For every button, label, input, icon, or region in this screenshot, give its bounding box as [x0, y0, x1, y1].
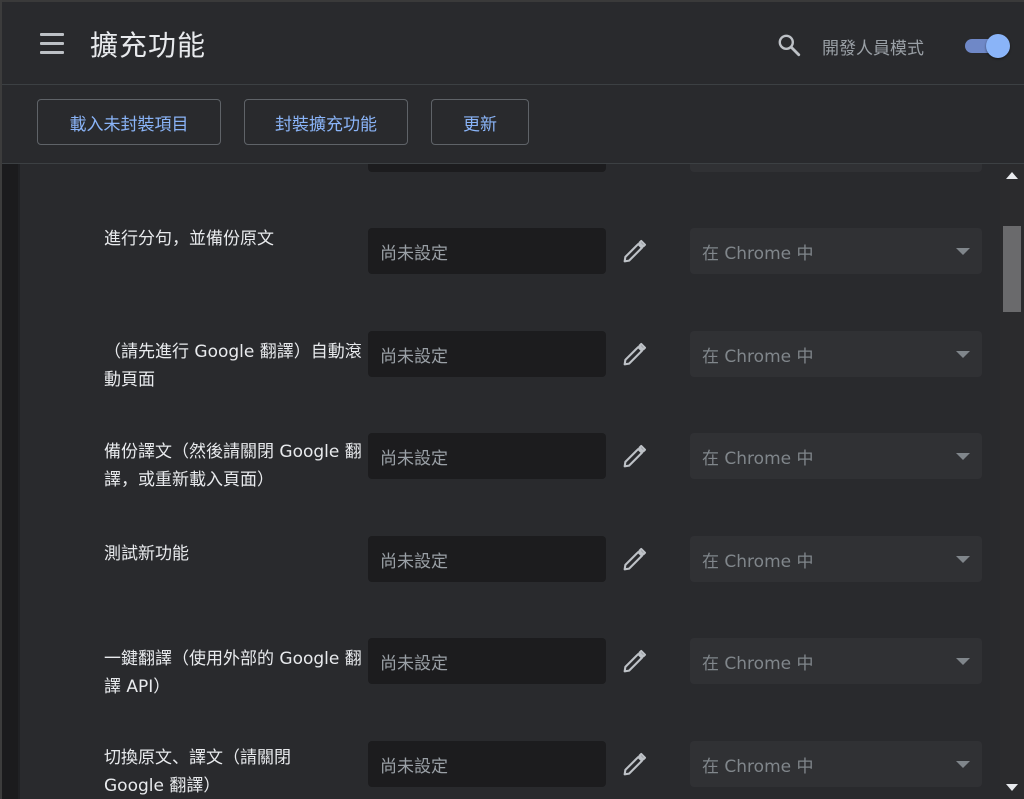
shortcuts-card: 進行分句，並備份原文 尚未設定 在 Chrome 中 （請先進行 Google … [20, 164, 1000, 799]
vertical-scrollbar[interactable] [1000, 164, 1024, 799]
dropdown-caret-icon [956, 248, 970, 255]
load-unpacked-button[interactable]: 載入未封裝項目 [37, 99, 221, 145]
pencil-icon[interactable] [620, 751, 648, 779]
scope-select-value: 在 Chrome 中 [702, 653, 814, 674]
shortcut-input[interactable]: 尚未設定 [368, 433, 606, 479]
pack-extension-button[interactable]: 封裝擴充功能 [244, 99, 408, 145]
shortcut-row: 測試新功能 尚未設定 在 Chrome 中 [20, 536, 1000, 626]
scope-select[interactable]: 在 Chrome 中 [690, 536, 982, 582]
pencil-icon[interactable] [620, 443, 648, 471]
shortcut-label: 測試新功能 [104, 544, 189, 564]
shortcut-label: 一鍵翻譯（使用外部的 Google 翻譯 API） [104, 649, 362, 697]
page-title: 擴充功能 [90, 29, 207, 62]
shortcut-label: 切換原文、譯文（請關閉 Google 翻譯） [104, 748, 291, 796]
search-icon[interactable] [776, 32, 802, 58]
left-gutter [2, 164, 18, 799]
scope-select[interactable]: 在 Chrome 中 [690, 433, 982, 479]
dropdown-caret-icon [956, 351, 970, 358]
shortcut-input[interactable]: 尚未設定 [368, 536, 606, 582]
scroll-up-arrow-icon[interactable] [1006, 172, 1018, 179]
shortcuts-content: 進行分句，並備份原文 尚未設定 在 Chrome 中 （請先進行 Google … [2, 164, 1000, 799]
scope-select[interactable]: 在 Chrome 中 [690, 228, 982, 274]
shortcut-input[interactable]: 尚未設定 [368, 741, 606, 787]
shortcut-label: （請先進行 Google 翻譯）自動滾動頁面 [104, 342, 362, 390]
pencil-icon[interactable] [620, 546, 648, 574]
toggle-knob [986, 34, 1010, 58]
shortcut-input-partial[interactable] [368, 164, 606, 172]
scope-select[interactable]: 在 Chrome 中 [690, 741, 982, 787]
scope-select-value: 在 Chrome 中 [702, 448, 814, 469]
dropdown-caret-icon [956, 761, 970, 768]
shortcut-input[interactable]: 尚未設定 [368, 331, 606, 377]
shortcut-row: 進行分句，並備份原文 尚未設定 在 Chrome 中 [20, 228, 1000, 318]
shortcut-row: 切換原文、譯文（請關閉 Google 翻譯） 尚未設定 在 Chrome 中 [20, 741, 1000, 799]
scope-select-value: 在 Chrome 中 [702, 551, 814, 572]
dropdown-caret-icon [956, 556, 970, 563]
scope-select-value: 在 Chrome 中 [702, 346, 814, 367]
pencil-icon[interactable] [620, 648, 648, 676]
scope-select-partial[interactable] [690, 164, 982, 172]
update-button[interactable]: 更新 [431, 99, 529, 145]
dropdown-caret-icon [956, 453, 970, 460]
shortcut-label: 備份譯文（然後請關閉 Google 翻譯，或重新載入頁面） [104, 442, 362, 490]
pencil-icon[interactable] [620, 238, 648, 266]
shortcut-input[interactable]: 尚未設定 [368, 638, 606, 684]
scope-select[interactable]: 在 Chrome 中 [690, 638, 982, 684]
extensions-window: 擴充功能 開發人員模式 載入未封裝項目 封裝擴充功能 更新 進行分句，並備份原文… [0, 0, 1024, 799]
scope-select-value: 在 Chrome 中 [702, 756, 814, 777]
shortcut-row: 備份譯文（然後請關閉 Google 翻譯，或重新載入頁面） 尚未設定 在 Chr… [20, 433, 1000, 523]
developer-mode-label: 開發人員模式 [822, 39, 924, 59]
scope-select[interactable]: 在 Chrome 中 [690, 331, 982, 377]
shortcut-row-partial [20, 164, 1000, 216]
scroll-down-arrow-icon[interactable] [1006, 784, 1018, 791]
toolbar: 載入未封裝項目 封裝擴充功能 更新 [2, 85, 1024, 164]
scope-select-value: 在 Chrome 中 [702, 243, 814, 264]
shortcut-label: 進行分句，並備份原文 [104, 229, 274, 249]
header-bar: 擴充功能 開發人員模式 [2, 2, 1024, 85]
shortcut-row: 一鍵翻譯（使用外部的 Google 翻譯 API） 尚未設定 在 Chrome … [20, 638, 1000, 728]
dropdown-caret-icon [956, 658, 970, 665]
shortcut-row: （請先進行 Google 翻譯）自動滾動頁面 尚未設定 在 Chrome 中 [20, 331, 1000, 421]
shortcut-input[interactable]: 尚未設定 [368, 228, 606, 274]
developer-mode-toggle[interactable] [962, 33, 1010, 58]
menu-icon[interactable] [40, 33, 66, 55]
scroll-thumb[interactable] [1003, 226, 1021, 312]
pencil-icon[interactable] [620, 341, 648, 369]
